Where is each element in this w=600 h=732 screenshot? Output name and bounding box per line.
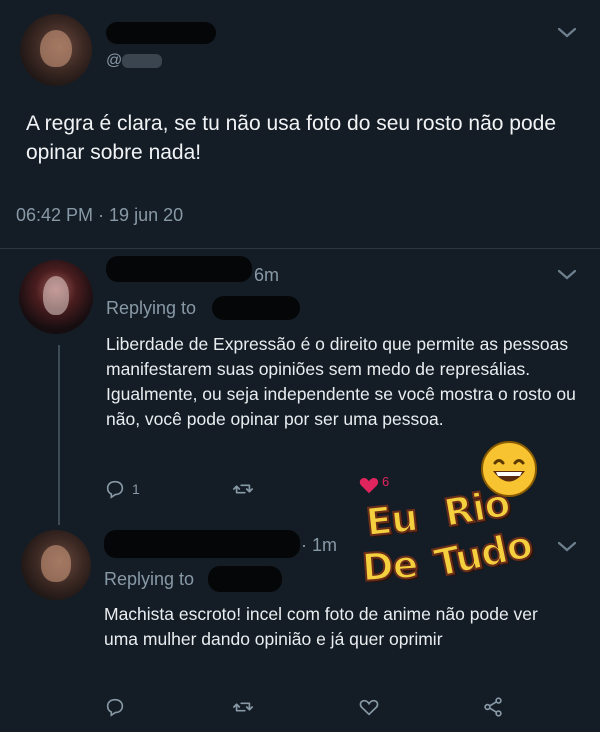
reply2-avatar[interactable] xyxy=(21,530,91,600)
sticker-word-tudo: Tudo xyxy=(429,521,536,586)
reply1-menu-chevron-icon[interactable] xyxy=(556,268,578,282)
tweet-text: A regra é clara, se tu não usa foto do s… xyxy=(26,112,557,164)
tweet-timestamp[interactable]: 06:42 PM · 19 jun 20 xyxy=(16,205,183,226)
reply1-time[interactable]: 6m xyxy=(254,265,279,286)
reply-icon xyxy=(104,696,126,718)
reply2-text: Machista escroto! incel com foto de anim… xyxy=(104,604,538,649)
reply2-replying-handle-redacted xyxy=(208,566,282,592)
eu-rio-de-tudo-sticker: Eu Rio De Tudo xyxy=(356,440,556,595)
reply2-name-redacted xyxy=(104,530,300,558)
reply2-time[interactable]: · 1m xyxy=(301,535,337,556)
reply1-reply-count: 1 xyxy=(132,481,140,497)
reply1-avatar[interactable] xyxy=(19,260,93,334)
share-icon xyxy=(482,696,504,718)
divider xyxy=(0,248,600,249)
thread-line xyxy=(58,345,60,525)
reply1-replying-handle-redacted xyxy=(212,296,300,320)
reply2-like-action[interactable] xyxy=(358,696,380,718)
author-name-redacted xyxy=(106,22,216,44)
reply2-share-action[interactable] xyxy=(482,696,504,718)
tweet-menu-chevron-icon[interactable] xyxy=(556,26,578,40)
reply2-reply-action[interactable] xyxy=(104,696,126,718)
author-handle[interactable]: @ xyxy=(106,52,122,70)
author-avatar[interactable] xyxy=(20,14,92,86)
reply2-menu-chevron-icon[interactable] xyxy=(556,540,578,554)
sticker-word-eu: Eu xyxy=(363,494,420,545)
reply1-reply-action[interactable]: 1 xyxy=(104,478,140,500)
sticker-word-de: De xyxy=(360,541,420,591)
reply1-replying-to: Replying to xyxy=(106,298,197,318)
reply1-name-redacted xyxy=(106,256,252,282)
author-handle-redacted xyxy=(122,54,162,68)
retweet-icon xyxy=(232,696,254,718)
reply-icon xyxy=(104,478,126,500)
reply2-retweet-action[interactable] xyxy=(232,696,254,718)
reply1-retweet-action[interactable] xyxy=(232,478,254,500)
heart-outline-icon xyxy=(358,696,380,718)
reply1-text: Liberdade de Expressão é o direito que p… xyxy=(106,334,576,429)
reply2-replying-to: Replying to xyxy=(104,569,195,589)
retweet-icon xyxy=(232,478,254,500)
